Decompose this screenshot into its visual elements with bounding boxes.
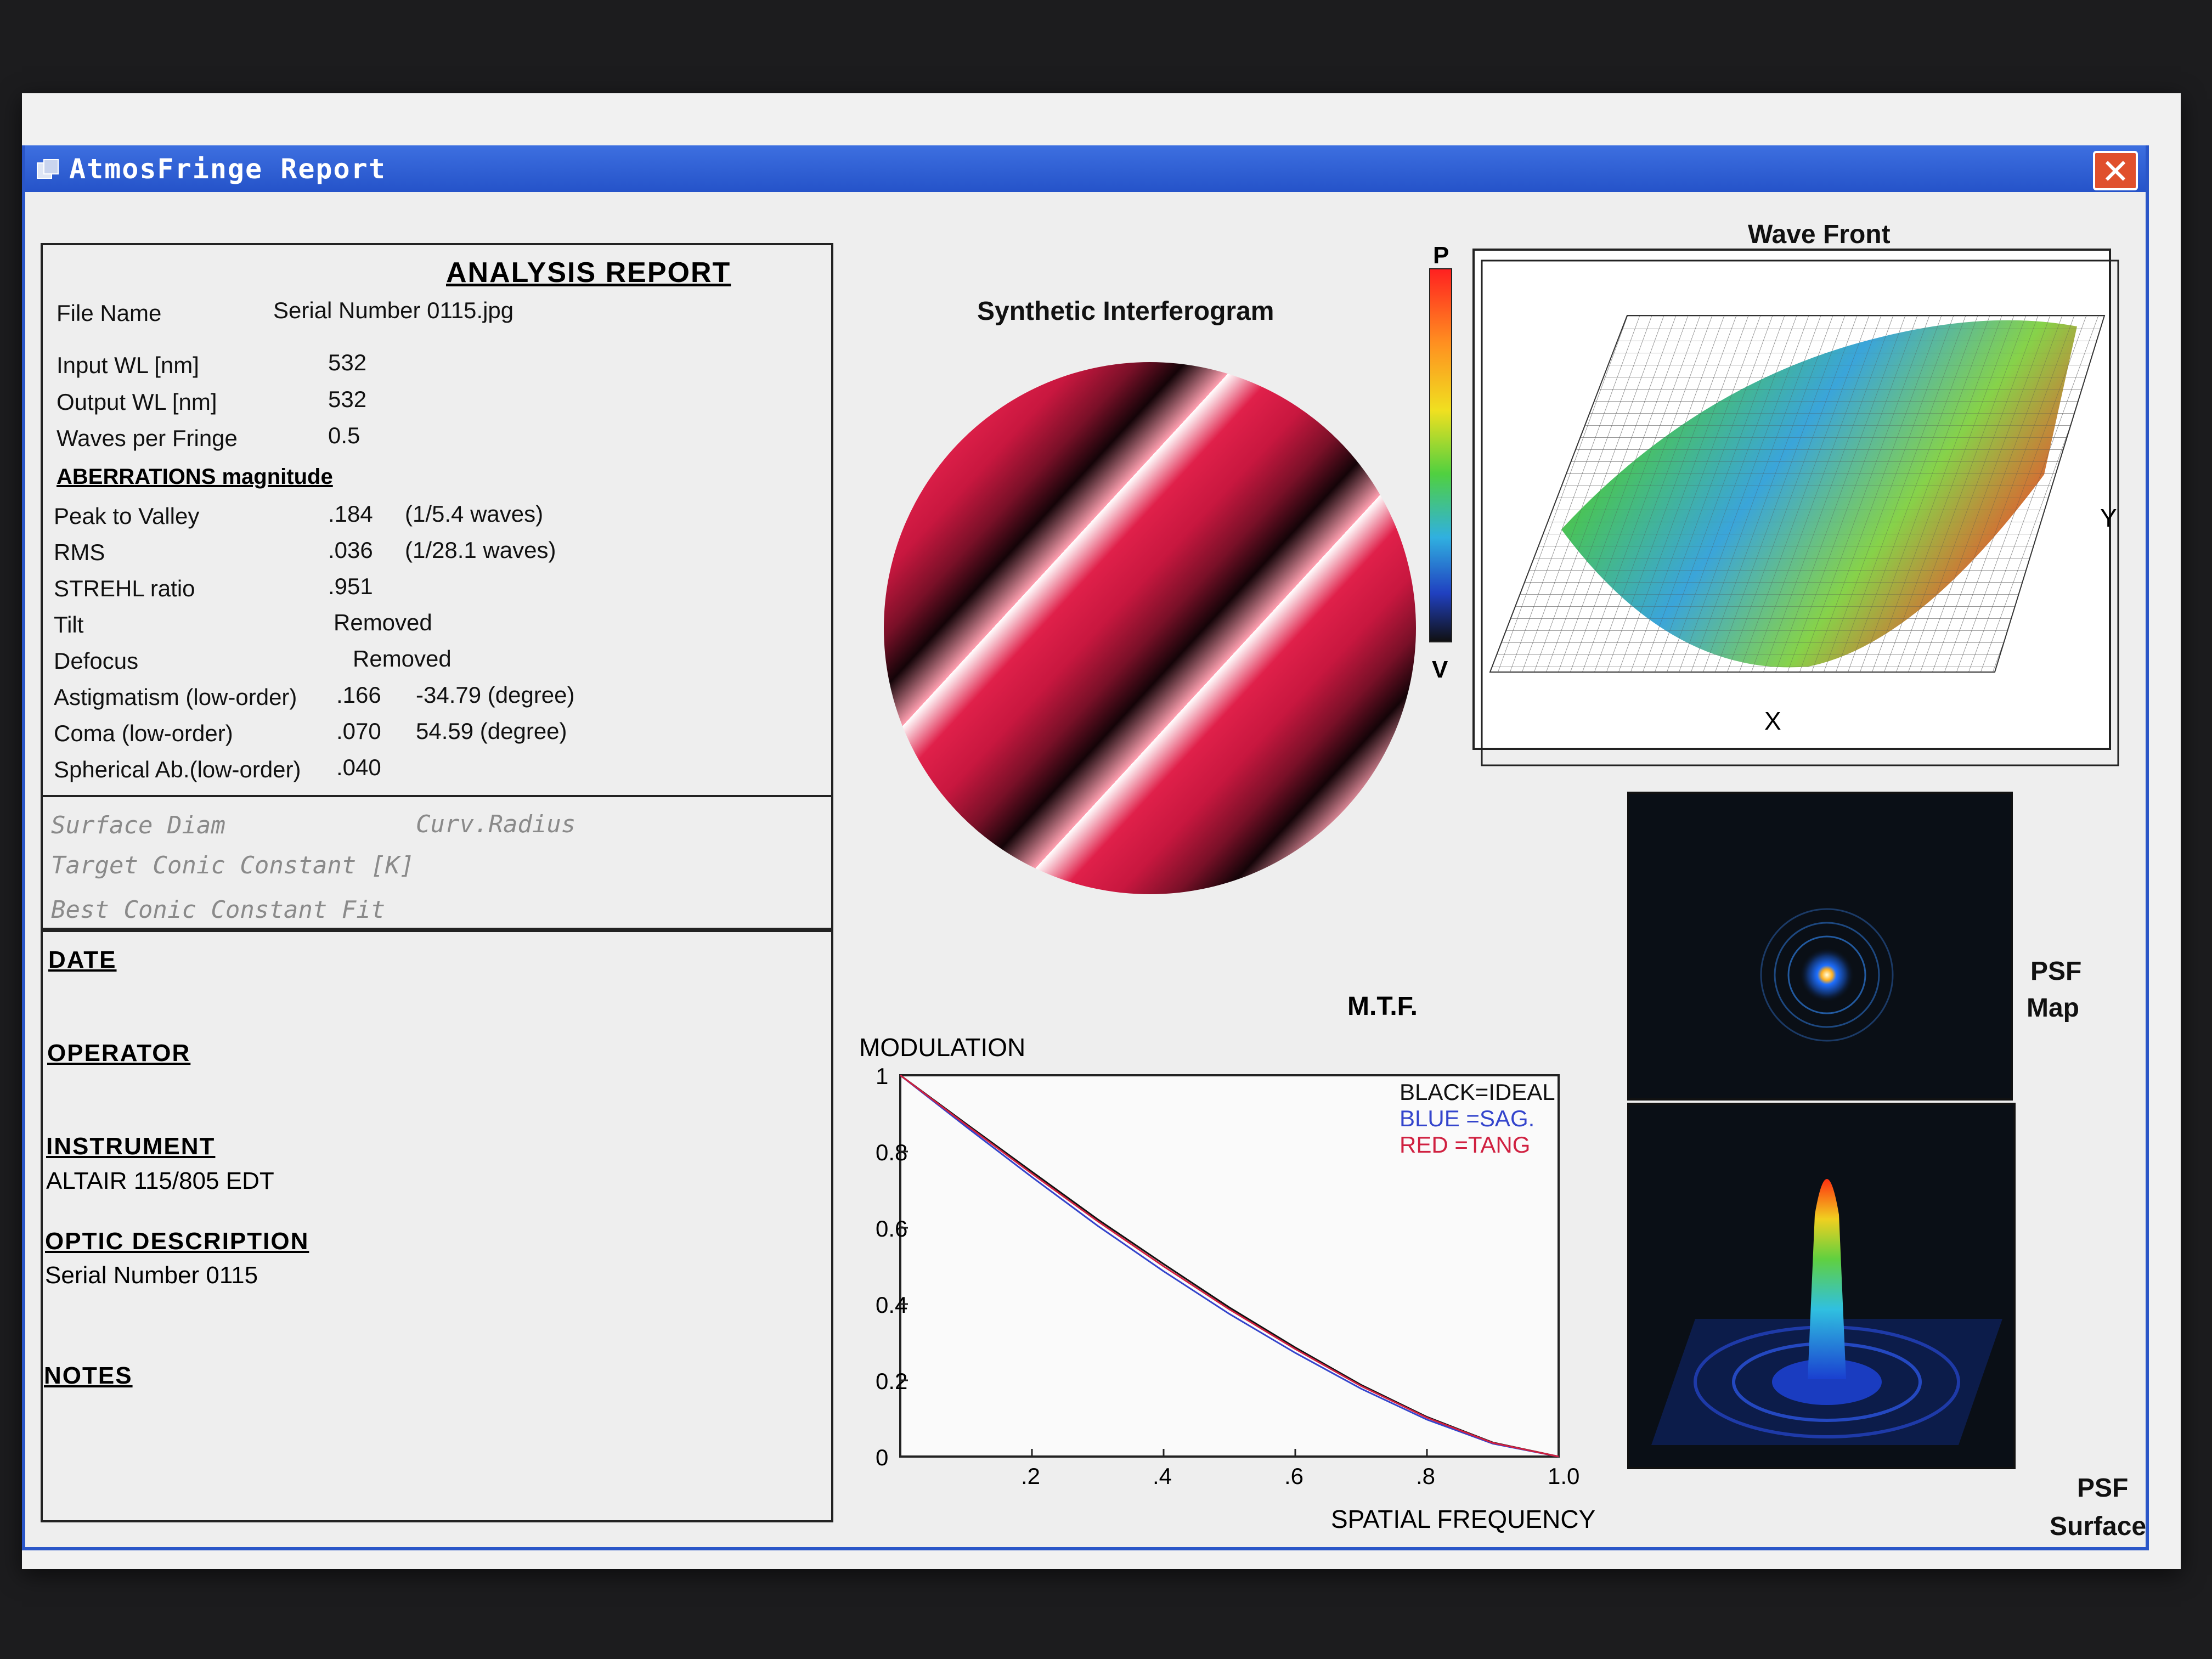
x-tick-label: .2 — [1021, 1463, 1040, 1489]
x-axis-label: X — [1764, 707, 1781, 735]
x-tick-label: .6 — [1284, 1463, 1304, 1489]
psf-map-label: PSF — [2030, 957, 2082, 986]
aberration-label: Peak to Valley — [54, 503, 200, 529]
aberration-extra: (1/28.1 waves) — [405, 537, 556, 563]
psf-surface — [1627, 1103, 2016, 1469]
file-name-value: Serial Number 0115.jpg — [273, 297, 514, 323]
mtf-y-label: MODULATION — [859, 1033, 1025, 1062]
scale-bottom-label: V — [1432, 656, 1448, 683]
x-tick-label: 1.0 — [1548, 1463, 1579, 1489]
output-wl-value: 532 — [328, 386, 367, 412]
aberration-label: Tilt — [54, 612, 84, 637]
details-panel: DATE OPERATOR INSTRUMENT ALTAIR 115/805 … — [41, 930, 833, 1522]
output-wl-label: Output WL [nm] — [57, 389, 217, 415]
psf-surface-label: PSF — [2077, 1474, 2129, 1503]
y-axis-label: Y — [2100, 504, 2117, 532]
notes-label: NOTES — [44, 1362, 133, 1389]
y-tick-label: 0 — [876, 1444, 888, 1470]
mtf-x-label: SPATIAL FREQUENCY — [1331, 1505, 1595, 1533]
y-tick-label: 1 — [876, 1063, 888, 1089]
close-button[interactable]: ✕ — [2093, 151, 2138, 191]
aberration-label: Coma (low-order) — [54, 720, 233, 746]
legend-entry: BLACK=IDEAL — [1400, 1079, 1555, 1105]
legend-entry: RED =TANG — [1400, 1132, 1530, 1158]
report-window: AtmosFringe Report ✕ ANALYSIS REPORT Fil… — [22, 145, 2149, 1550]
optic-description-value: Serial Number 0115 — [45, 1262, 258, 1289]
psf-map — [1627, 792, 2013, 1101]
x-tick-label: .4 — [1153, 1463, 1172, 1489]
date-label: DATE — [48, 946, 117, 973]
aberration-extra: 54.59 (degree) — [416, 718, 567, 744]
title-bar[interactable]: AtmosFringe Report ✕ — [25, 145, 2146, 192]
mtf-chart: M.T.F. MODULATION SPATIAL FREQUENCY 1 0 .8… — [859, 992, 1595, 1533]
scale-top-label: P — [1433, 244, 1449, 269]
aberration-value: .184 — [328, 501, 373, 527]
wavefront-plot: P V X Y — [1429, 244, 2119, 766]
input-wl-label: Input WL [nm] — [57, 352, 199, 378]
analysis-title: ANALYSIS REPORT — [446, 257, 731, 289]
psf-map-label-2: Map — [2027, 994, 2079, 1023]
interferogram-title: Synthetic Interferogram — [977, 297, 1274, 326]
aberration-value: .036 — [328, 537, 373, 563]
divider — [43, 930, 831, 932]
interferogram — [884, 362, 1416, 894]
aberration-value: Removed — [334, 610, 432, 635]
mtf-title: M.T.F. — [1347, 992, 1418, 1021]
x-tick-label: .8 — [1416, 1463, 1435, 1489]
instrument-label: INSTRUMENT — [46, 1133, 216, 1160]
operator-label: OPERATOR — [47, 1040, 191, 1066]
aberration-value: .166 — [336, 682, 381, 708]
app-icon — [37, 159, 59, 179]
curv-radius-label: Curv.Radius — [416, 810, 576, 838]
divider — [43, 795, 831, 797]
aberration-extra: -34.79 (degree) — [416, 682, 575, 708]
aberration-value: .040 — [336, 754, 381, 780]
best-conic-label: Best Conic Constant Fit — [51, 896, 386, 924]
aberration-label: Astigmatism (low-order) — [54, 684, 297, 710]
aberration-extra: (1/5.4 waves) — [405, 501, 544, 527]
aberration-value: .951 — [328, 573, 373, 599]
aberration-label: STREHL ratio — [54, 575, 195, 601]
instrument-value: ALTAIR 115/805 EDT — [46, 1167, 274, 1194]
aberration-label: RMS — [54, 539, 105, 565]
surface-diam-label: Surface Diam — [51, 811, 225, 839]
aberrations-heading: ABERRATIONS magnitude — [57, 465, 333, 489]
window-title: AtmosFringe Report — [69, 153, 386, 185]
legend-entry: BLUE =SAG. — [1400, 1105, 1534, 1131]
optic-description-label: OPTIC DESCRIPTION — [45, 1228, 309, 1255]
aberration-label: Defocus — [54, 648, 139, 674]
analysis-panel: ANALYSIS REPORT File Name Serial Number … — [41, 243, 833, 930]
file-name-label: File Name — [57, 300, 162, 326]
psf-surface-label-2: Surface — [2050, 1512, 2147, 1541]
target-conic-label: Target Conic Constant [K] — [51, 851, 415, 879]
color-scale-bar — [1429, 268, 1452, 642]
aberration-label: Spherical Ab.(low-order) — [54, 757, 301, 782]
waves-value: 0.5 — [328, 422, 360, 448]
input-wl-value: 532 — [328, 349, 367, 375]
aberration-value: .070 — [336, 718, 381, 744]
aberration-value: Removed — [353, 646, 452, 672]
waves-label: Waves per Fringe — [57, 425, 238, 451]
